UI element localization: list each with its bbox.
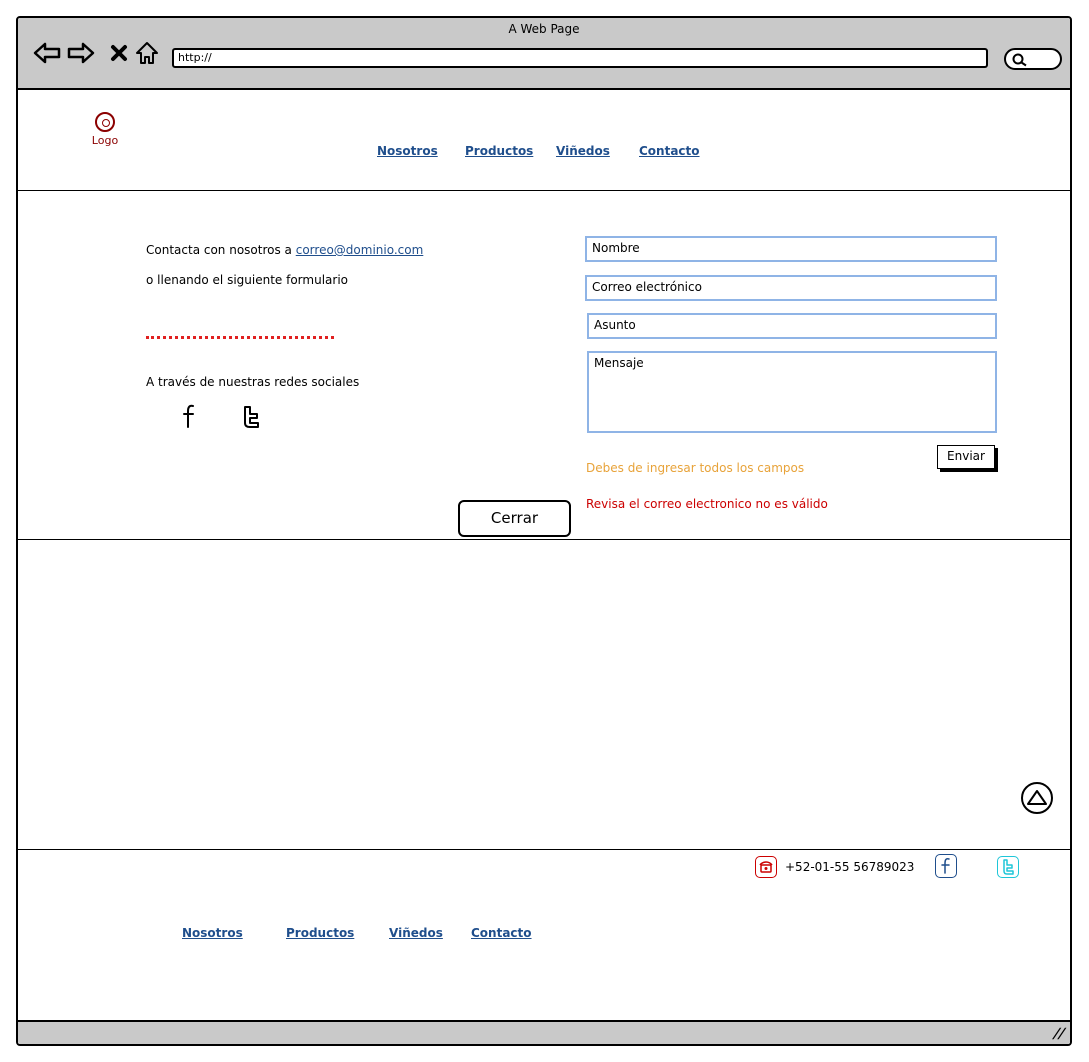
footer-nav-vinedos[interactable]: Viñedos	[389, 926, 443, 940]
dotted-separator	[146, 336, 334, 339]
nav-vinedos[interactable]: Viñedos	[556, 144, 610, 158]
search-icon	[1012, 53, 1027, 67]
contact-intro-2: o llenando el siguiente formulario	[146, 273, 348, 287]
window-title: A Web Page	[508, 22, 580, 36]
header-divider	[18, 190, 1070, 191]
social-text: A través de nuestras redes sociales	[146, 375, 360, 389]
send-button[interactable]: Enviar	[937, 445, 995, 469]
facebook-icon[interactable]	[935, 854, 957, 878]
close-icon	[111, 45, 127, 61]
browser-toolbar: A Web Page http://	[18, 18, 1070, 90]
email-link[interactable]: correo@dominio.com	[296, 243, 424, 257]
forward-button[interactable]	[66, 38, 96, 68]
contact-intro-text: Contacta con nosotros a	[146, 243, 292, 257]
subject-field[interactable]: Asunto	[587, 313, 997, 339]
search-button[interactable]	[1004, 48, 1062, 70]
footer-divider	[18, 849, 1070, 850]
status-bar: //	[18, 1020, 1070, 1044]
stop-button[interactable]	[104, 38, 134, 68]
home-icon	[136, 42, 158, 64]
phone-icon	[755, 856, 777, 878]
twitter-icon[interactable]	[240, 404, 262, 430]
required-fields-warning: Debes de ingresar todos los campos	[586, 461, 805, 475]
name-field[interactable]: Nombre	[585, 236, 997, 262]
nav-contacto[interactable]: Contacto	[639, 144, 700, 158]
footer-nav-nosotros[interactable]: Nosotros	[182, 926, 243, 940]
logo-icon	[95, 112, 115, 132]
footer-nav-contacto[interactable]: Contacto	[471, 926, 532, 940]
footer-phone: +52-01-55 56789023	[785, 860, 915, 874]
twitter-icon[interactable]	[997, 856, 1019, 878]
scroll-top-button[interactable]	[1021, 782, 1053, 814]
contact-intro: Contacta con nosotros a correo@dominio.c…	[146, 243, 423, 257]
nav-nosotros[interactable]: Nosotros	[377, 144, 438, 158]
logo[interactable]: Logo	[88, 112, 122, 147]
back-button[interactable]	[32, 38, 62, 68]
section-divider	[18, 539, 1070, 540]
url-bar[interactable]: http://	[172, 48, 988, 68]
arrow-left-icon	[33, 42, 61, 64]
triangle-up-icon	[1027, 790, 1047, 805]
home-button[interactable]	[132, 38, 162, 68]
message-field[interactable]: Mensaje	[587, 351, 997, 433]
nav-productos[interactable]: Productos	[465, 144, 533, 158]
footer-nav-productos[interactable]: Productos	[286, 926, 354, 940]
facebook-icon[interactable]	[178, 402, 200, 430]
arrow-right-icon	[67, 42, 95, 64]
browser-window: A Web Page http:// Logo Nosotros Product…	[16, 16, 1072, 1046]
close-button[interactable]: Cerrar	[458, 500, 571, 537]
invalid-email-error: Revisa el correo electronico no es válid…	[586, 497, 828, 511]
resize-grip-icon[interactable]: //	[1051, 1026, 1067, 1042]
email-field[interactable]: Correo electrónico	[585, 275, 997, 301]
logo-label: Logo	[91, 134, 119, 147]
